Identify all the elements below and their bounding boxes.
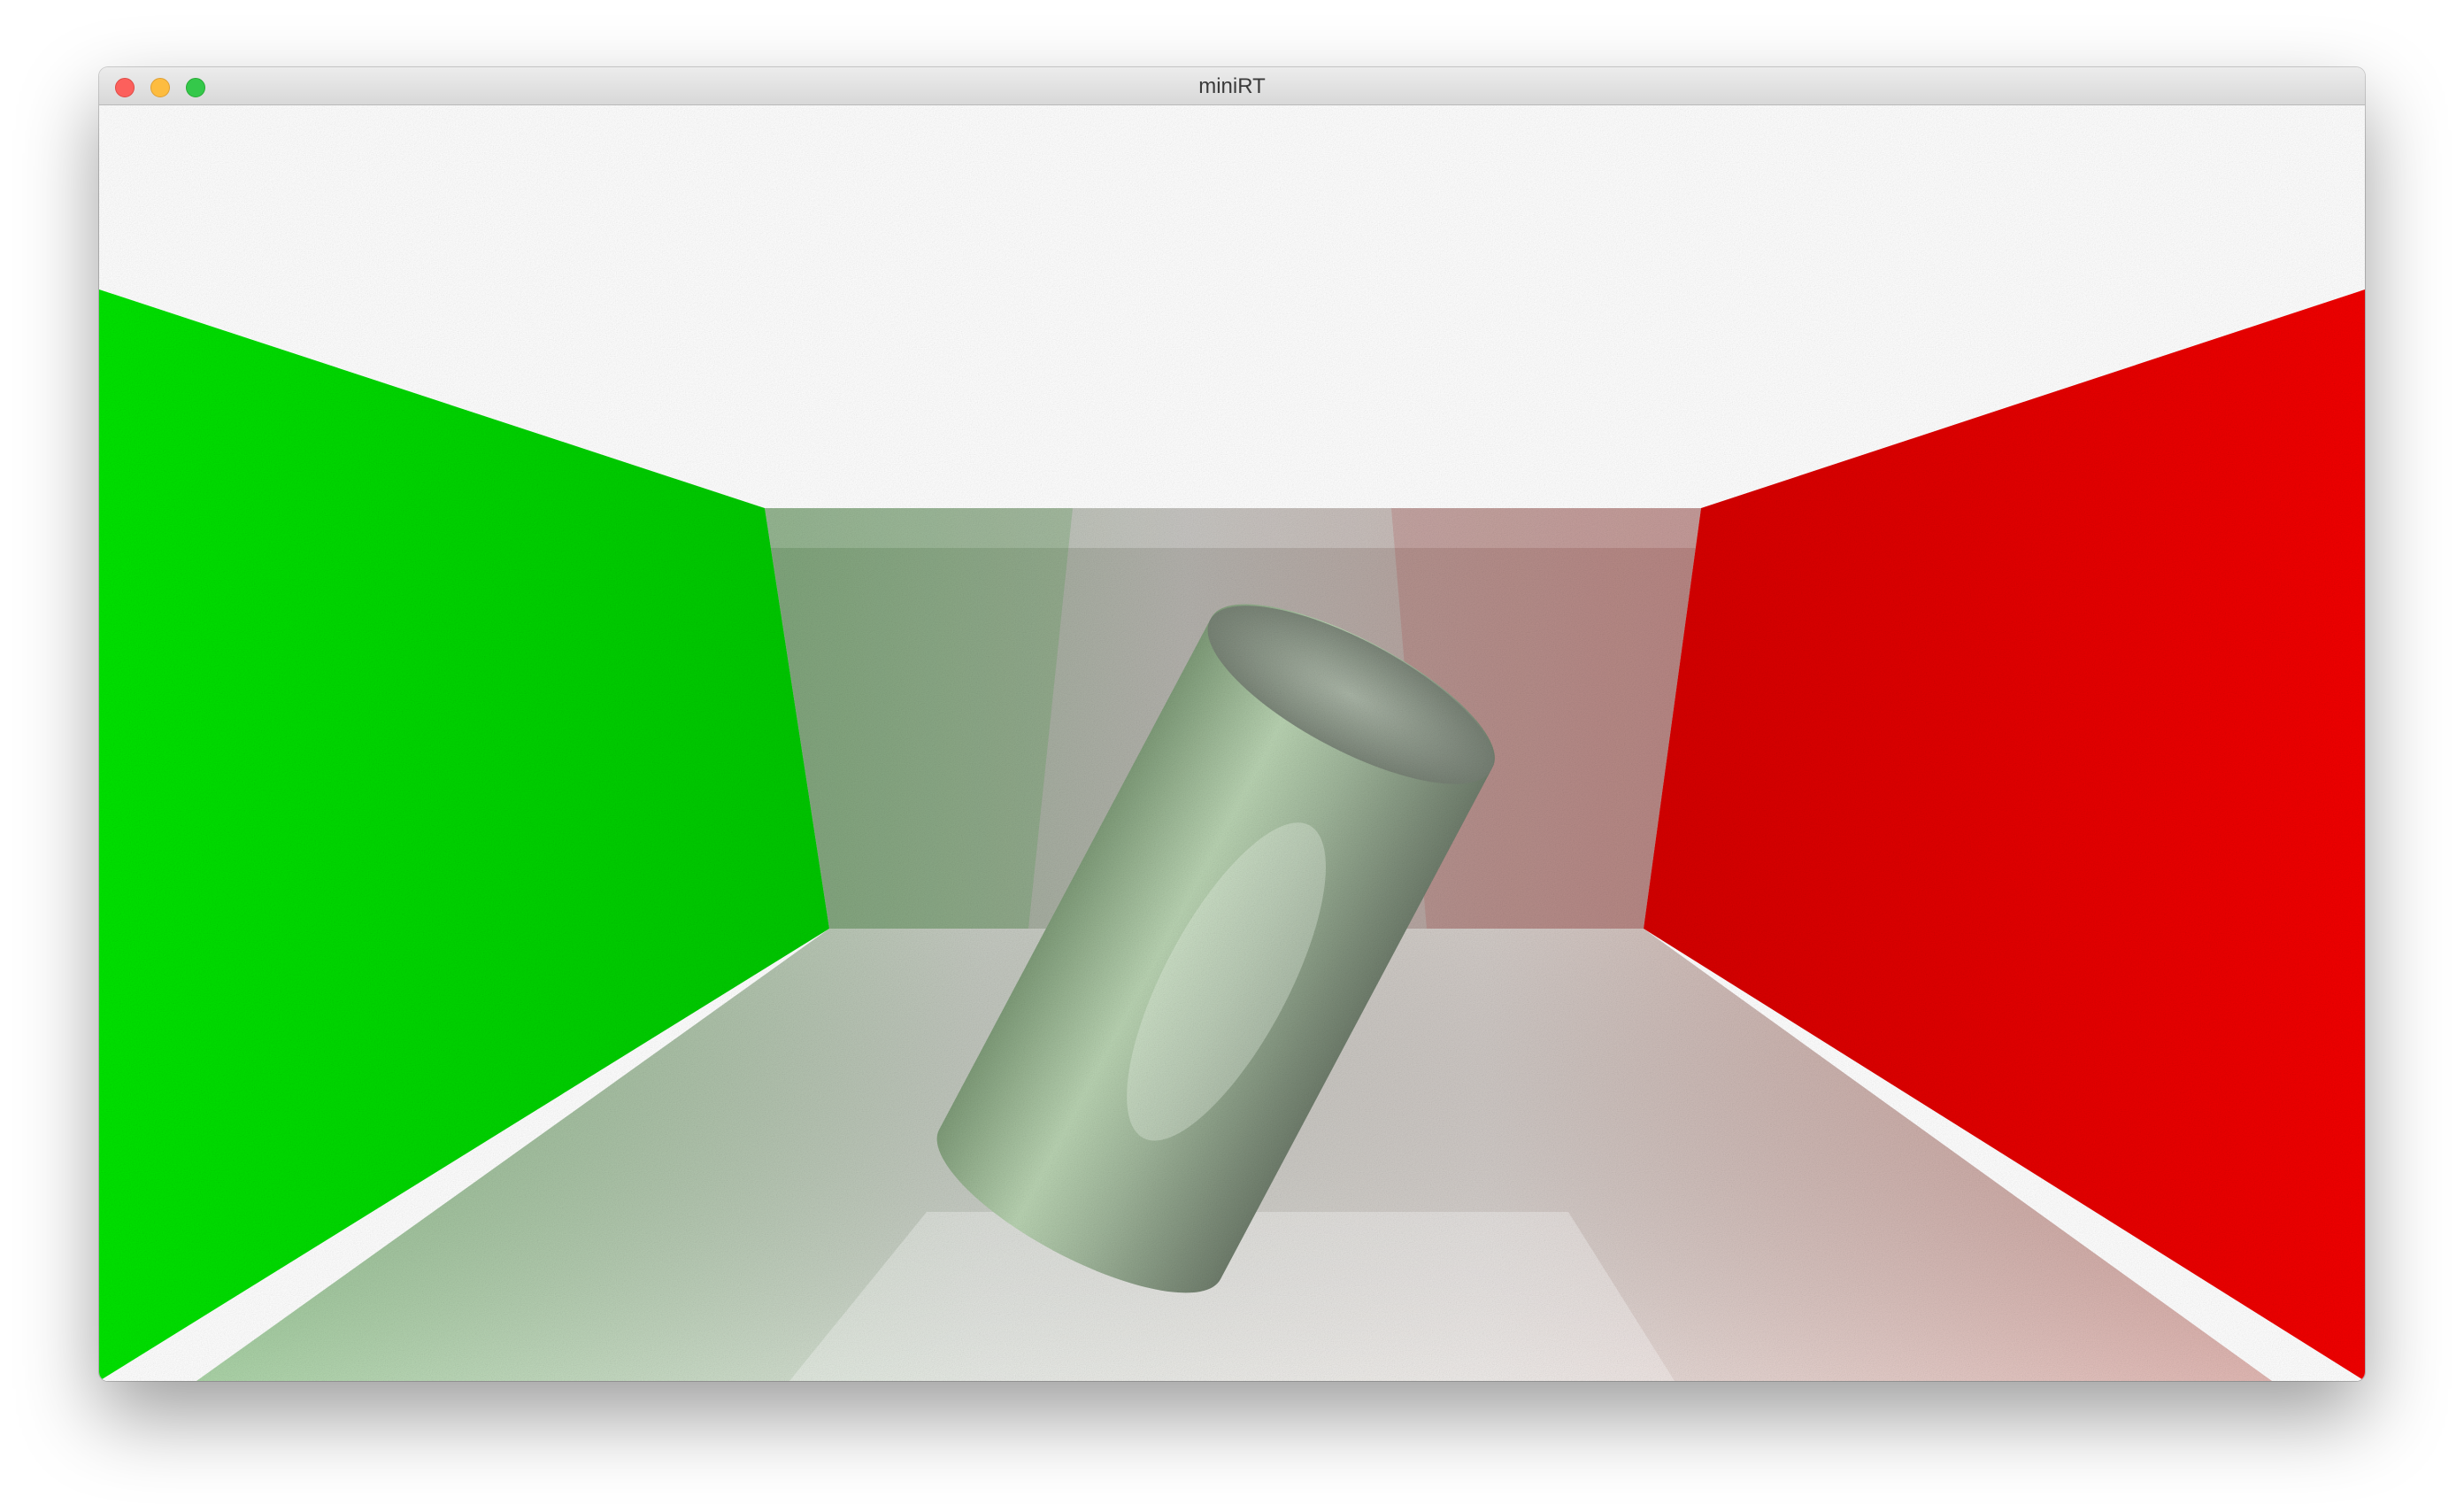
render-viewport [99, 105, 2365, 1381]
rendered-scene [99, 105, 2365, 1381]
title-bar[interactable]: miniRT [99, 67, 2365, 105]
app-window: miniRT [99, 67, 2365, 1381]
window-title: miniRT [1198, 74, 1266, 98]
scene-geometry [99, 105, 2365, 1381]
